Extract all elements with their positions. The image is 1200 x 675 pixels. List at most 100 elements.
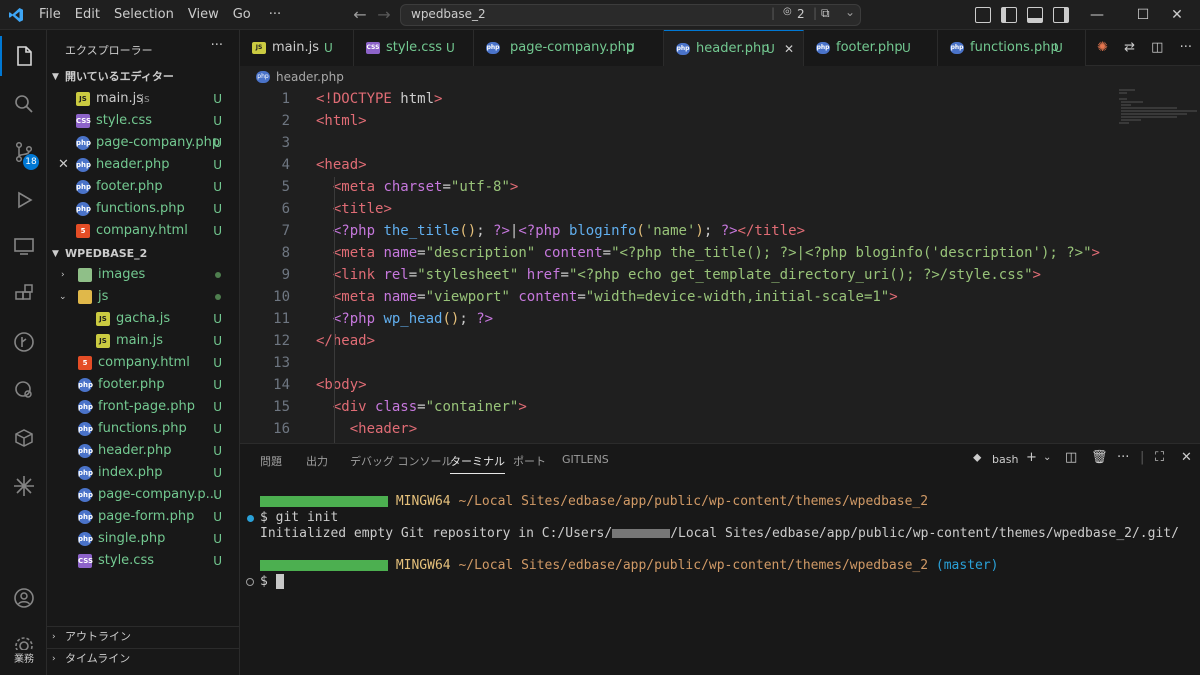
split-terminal-icon[interactable]: ◫ (1065, 450, 1077, 465)
split-editor-icon[interactable]: ◫ (1151, 40, 1163, 55)
php-file-icon: php (78, 510, 93, 524)
tree-file[interactable]: 5 company.html U (47, 352, 239, 374)
tree-file[interactable]: php single.php U (47, 528, 239, 550)
file-name: images (98, 267, 146, 282)
outline-header[interactable]: › アウトライン (47, 626, 239, 648)
open-editor-item[interactable]: php footer.php U (47, 176, 239, 198)
tab-footer-php[interactable]: php footer.php U (804, 30, 938, 66)
close-tab-icon[interactable]: ✕ (784, 31, 794, 67)
terminal-input-line[interactable]: $ (260, 574, 284, 589)
tab-output[interactable]: 出力 (306, 453, 328, 469)
compare-icon[interactable]: ⇄ (1124, 40, 1135, 55)
tree-file[interactable]: php index.php U (47, 462, 239, 484)
new-terminal-icon[interactable]: + (1026, 450, 1037, 465)
tree-file[interactable]: JS gacha.js U (47, 308, 239, 330)
account-icon[interactable] (0, 576, 47, 620)
menu-file[interactable]: File (32, 0, 68, 30)
timeline-title: タイムライン (65, 652, 131, 665)
search-icon[interactable] (0, 82, 47, 126)
more-actions-icon[interactable]: ··· (211, 38, 223, 53)
close-icon[interactable]: ✕ (58, 154, 69, 176)
back-arrow-icon[interactable]: ← (348, 0, 372, 30)
open-editor-item[interactable]: php page-company.php U (47, 132, 239, 154)
git-graph-icon[interactable] (0, 320, 47, 364)
open-editor-item[interactable]: JS main.js js U (47, 88, 239, 110)
tree-file[interactable]: JS main.js U (47, 330, 239, 352)
menu-view[interactable]: View (181, 0, 226, 30)
tree-file[interactable]: php page-company.p... U (47, 484, 239, 506)
minimize-icon[interactable]: — (1074, 0, 1120, 30)
command-center-search[interactable]: wpedbase_2 | ◎ 2 | ⧉ ⌄ (400, 4, 861, 26)
tab-functions-php[interactable]: php functions.php U (938, 30, 1086, 66)
open-editor-item[interactable]: 5 company.html U (47, 220, 239, 242)
toggle-panel-icon[interactable] (1027, 7, 1043, 23)
menu-edit[interactable]: Edit (68, 0, 107, 30)
file-name: footer.php (96, 179, 163, 194)
open-editor-item[interactable]: CSS style.css U (47, 110, 239, 132)
tree-file[interactable]: php header.php U (47, 440, 239, 462)
minimap[interactable] (1117, 88, 1197, 128)
command-success-dot[interactable] (247, 515, 254, 522)
git-status: U (213, 510, 222, 524)
menu-selection[interactable]: Selection (107, 0, 181, 30)
divider: | (1140, 450, 1145, 465)
toggle-primary-sidebar-icon[interactable] (1001, 7, 1017, 23)
forward-arrow-icon[interactable]: → (372, 0, 396, 30)
breadcrumb-file[interactable]: header.php (276, 66, 344, 88)
tab-debug-console[interactable]: デバッグ コンソール (350, 453, 453, 469)
close-window-icon[interactable]: ✕ (1154, 0, 1200, 30)
account-label: 業務 (14, 650, 34, 665)
menu-more[interactable]: ··· (262, 0, 288, 30)
line-number: 10 (273, 289, 290, 305)
git-status: U (446, 41, 455, 55)
code-editor[interactable]: 1 2 3 4 5 6 7 8 9 10 11 12 13 14 15 16 <… (240, 88, 1200, 443)
open-editor-item-active[interactable]: ✕ php header.php U (47, 154, 239, 176)
shell-name[interactable]: bash (992, 453, 1018, 466)
tab-page-company-php[interactable]: php page-company.php U (474, 30, 664, 66)
explorer-icon[interactable] (0, 34, 47, 78)
git-status-dot (215, 294, 221, 300)
tab-terminal[interactable]: ターミナル (450, 453, 505, 474)
tree-folder[interactable]: ⌄ js (47, 286, 239, 308)
command-pending-dot[interactable] (246, 578, 254, 586)
source-control-icon[interactable] (0, 130, 47, 174)
tree-folder[interactable]: › images (47, 264, 239, 286)
output-text: /Local Sites/edbase/app/public/wp-conten… (670, 526, 1179, 541)
project-header[interactable]: ▼ WPEDBASE_2 (47, 243, 239, 265)
menu-go[interactable]: Go (226, 0, 258, 30)
containers-icon[interactable] (0, 416, 47, 460)
sparkle-icon[interactable] (0, 464, 47, 508)
close-panel-icon[interactable]: ✕ (1181, 450, 1192, 465)
open-editor-item[interactable]: php functions.php U (47, 198, 239, 220)
sparkle-icon[interactable]: ✺ (1097, 40, 1108, 55)
tab-main-js[interactable]: JS main.js U (240, 30, 354, 66)
copilot-icon[interactable]: ⧉ (821, 6, 830, 21)
tree-file[interactable]: php page-form.php U (47, 506, 239, 528)
tree-file[interactable]: php front-page.php U (47, 396, 239, 418)
workspace-name: wpedbase_2 (411, 7, 486, 21)
php-file-icon: php (78, 532, 93, 546)
tab-header-php[interactable]: php header.php U ✕ (664, 30, 804, 66)
tree-file[interactable]: CSS style.css U (47, 550, 239, 572)
maximize-panel-icon[interactable]: ⛶ (1155, 450, 1164, 465)
timeline-header[interactable]: › タイムライン (47, 648, 239, 670)
html-file-icon: 5 (76, 224, 90, 238)
gitlens-icon[interactable] (0, 368, 47, 412)
toggle-sidebar-icon[interactable] (975, 7, 991, 23)
tab-gitlens[interactable]: GITLENS (562, 453, 609, 466)
remote-explorer-icon[interactable] (0, 224, 47, 268)
chevron-down-icon[interactable]: ⌄ (1043, 452, 1051, 463)
kill-terminal-icon[interactable]: 🗑 (1091, 450, 1108, 465)
open-editors-header[interactable]: ▼ 開いているエディター (47, 66, 239, 88)
chevron-down-icon[interactable]: ⌄ (845, 5, 855, 19)
toggle-secondary-sidebar-icon[interactable] (1053, 7, 1069, 23)
tree-file[interactable]: php footer.php U (47, 374, 239, 396)
more-actions-icon[interactable]: ··· (1180, 40, 1192, 55)
run-debug-icon[interactable] (0, 178, 47, 222)
tab-ports[interactable]: ポート (513, 453, 546, 469)
tab-problems[interactable]: 問題 (260, 453, 282, 469)
tree-file[interactable]: php functions.php U (47, 418, 239, 440)
tab-style-css[interactable]: CSS style.css U (354, 30, 474, 66)
more-actions-icon[interactable]: ··· (1117, 450, 1129, 465)
extensions-icon[interactable] (0, 272, 47, 316)
